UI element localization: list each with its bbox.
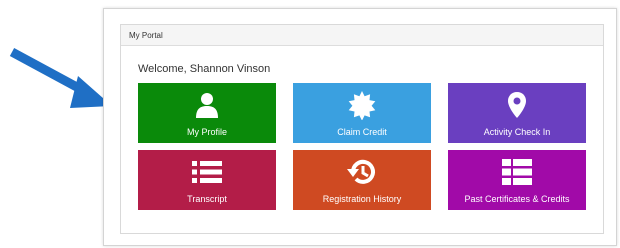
tile-claim-credit[interactable]: Claim Credit <box>293 83 431 143</box>
grid-list-icon <box>502 159 532 185</box>
tile-label: Activity Check In <box>483 127 551 137</box>
welcome-message: Welcome, Shannon Vinson <box>138 63 271 75</box>
tile-label: Claim Credit <box>337 127 387 137</box>
tile-label: Registration History <box>322 194 402 204</box>
tile-past-certificates[interactable]: Past Certificates & Credits <box>448 150 586 210</box>
tile-label: Past Certificates & Credits <box>464 194 570 204</box>
user-icon <box>196 93 218 118</box>
tile-transcript[interactable]: Transcript <box>138 150 276 210</box>
tile-label: My Profile <box>186 127 227 137</box>
tile-activity-check-in[interactable]: Activity Check In <box>448 83 586 143</box>
tile-label: Transcript <box>187 194 227 204</box>
badge-icon <box>348 91 376 120</box>
list-icon <box>192 161 222 183</box>
arrow-pointer-icon <box>9 48 112 108</box>
tile-registration-history[interactable]: Registration History <box>293 150 431 210</box>
history-icon <box>347 159 375 184</box>
panel-title: My Portal <box>121 25 603 46</box>
tile-my-profile[interactable]: My Profile <box>138 83 276 143</box>
screenshot-stage: My Portal Welcome, Shannon Vinson My Pro… <box>0 0 620 248</box>
portal-panel: My Portal Welcome, Shannon Vinson My Pro… <box>120 24 604 234</box>
map-pin-icon <box>508 92 526 118</box>
